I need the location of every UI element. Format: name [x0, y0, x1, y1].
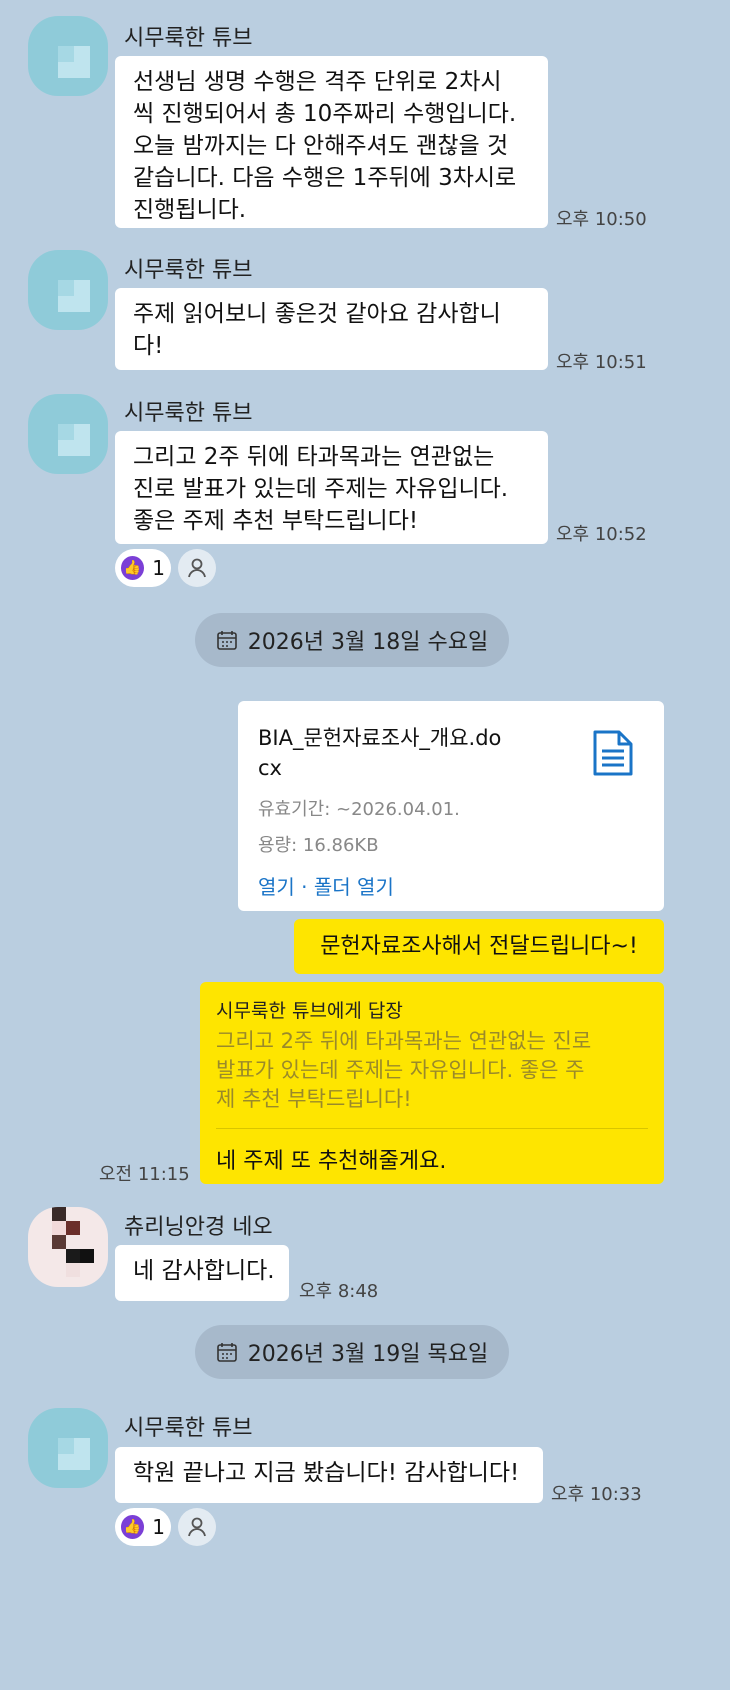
thumbs-up-icon: 👍: [121, 556, 145, 580]
person-icon: [188, 558, 206, 578]
sender-name: 시무룩한 튜브: [124, 401, 253, 426]
file-attachment[interactable]: BIA_문헌자료조사_개요.do cx 유효기간: ~2026.04.01. 용…: [238, 701, 664, 911]
avatar[interactable]: [28, 250, 108, 330]
reaction-count: 1: [152, 556, 165, 580]
message-bubble[interactable]: 선생님 생명 수행은 격주 단위로 2차시 씩 진행되어서 총 10주짜리 수행…: [115, 56, 548, 228]
message-time: 오후 10:51: [556, 352, 647, 373]
message-bubble[interactable]: 주제 읽어보니 좋은것 같아요 감사합니 다!: [115, 288, 548, 370]
thumbs-up-icon: 👍: [121, 1515, 145, 1539]
sender-name: 시무룩한 튜브: [124, 26, 253, 51]
message-time: 오후 10:50: [556, 209, 647, 230]
message-bubble[interactable]: 그리고 2주 뒤에 타과목과는 연관없는 진로 발표가 있는데 주제는 자유입니…: [115, 431, 548, 544]
add-reaction-button[interactable]: [178, 549, 216, 587]
file-size: 용량: 16.86KB: [258, 835, 379, 856]
date-label: 2026년 3월 18일 수요일: [247, 630, 489, 655]
open-folder-link[interactable]: 폴더 열기: [314, 875, 394, 899]
reply-text: 네 주제 또 추천해줄게요.: [216, 1149, 447, 1174]
message-time: 오전 11:15: [99, 1164, 190, 1185]
sender-name: 시무룩한 튜브: [124, 1416, 253, 1441]
document-icon: [593, 730, 633, 776]
person-icon: [188, 1517, 206, 1537]
message-time: 오후 10:52: [556, 524, 647, 545]
avatar[interactable]: [28, 1408, 108, 1488]
message-bubble[interactable]: 학원 끝나고 지금 봤습니다! 감사합니다!: [115, 1447, 543, 1503]
date-divider: 2026년 3월 19일 목요일: [195, 1325, 509, 1379]
date-label: 2026년 3월 19일 목요일: [247, 1342, 489, 1367]
like-reaction[interactable]: 👍 1: [115, 1508, 171, 1546]
reply-divider: [216, 1128, 648, 1129]
open-link[interactable]: 열기: [258, 875, 295, 899]
avatar[interactable]: [28, 394, 108, 474]
message-bubble[interactable]: 네 감사합니다.: [115, 1245, 289, 1301]
reply-message-bubble[interactable]: 시무룩한 튜브에게 답장 그리고 2주 뒤에 타과목과는 연관없는 진로 발표가…: [200, 982, 664, 1184]
file-expiry: 유효기간: ~2026.04.01.: [258, 799, 460, 820]
add-reaction-button[interactable]: [178, 1508, 216, 1546]
calendar-icon: [216, 1343, 237, 1362]
quoted-message: 그리고 2주 뒤에 타과목과는 연관없는 진로 발표가 있는데 주제는 자유입니…: [216, 1029, 592, 1111]
sender-name: 시무룩한 튜브: [124, 258, 253, 283]
reaction-count: 1: [152, 1515, 165, 1539]
avatar[interactable]: [28, 1207, 108, 1287]
link-separator: ·: [294, 875, 314, 899]
calendar-icon: [216, 631, 237, 650]
date-divider: 2026년 3월 18일 수요일: [195, 613, 509, 667]
reply-target: 시무룩한 튜브에게 답장: [216, 1000, 403, 1022]
my-message-bubble[interactable]: 문헌자료조사해서 전달드립니다~!: [294, 919, 664, 974]
file-name: BIA_문헌자료조사_개요.do cx: [258, 726, 502, 780]
message-time: 오후 10:33: [551, 1484, 642, 1505]
sender-name: 츄리닝안경 네오: [124, 1215, 273, 1240]
like-reaction[interactable]: 👍 1: [115, 549, 171, 587]
message-time: 오후 8:48: [299, 1281, 379, 1302]
avatar[interactable]: [28, 16, 108, 96]
